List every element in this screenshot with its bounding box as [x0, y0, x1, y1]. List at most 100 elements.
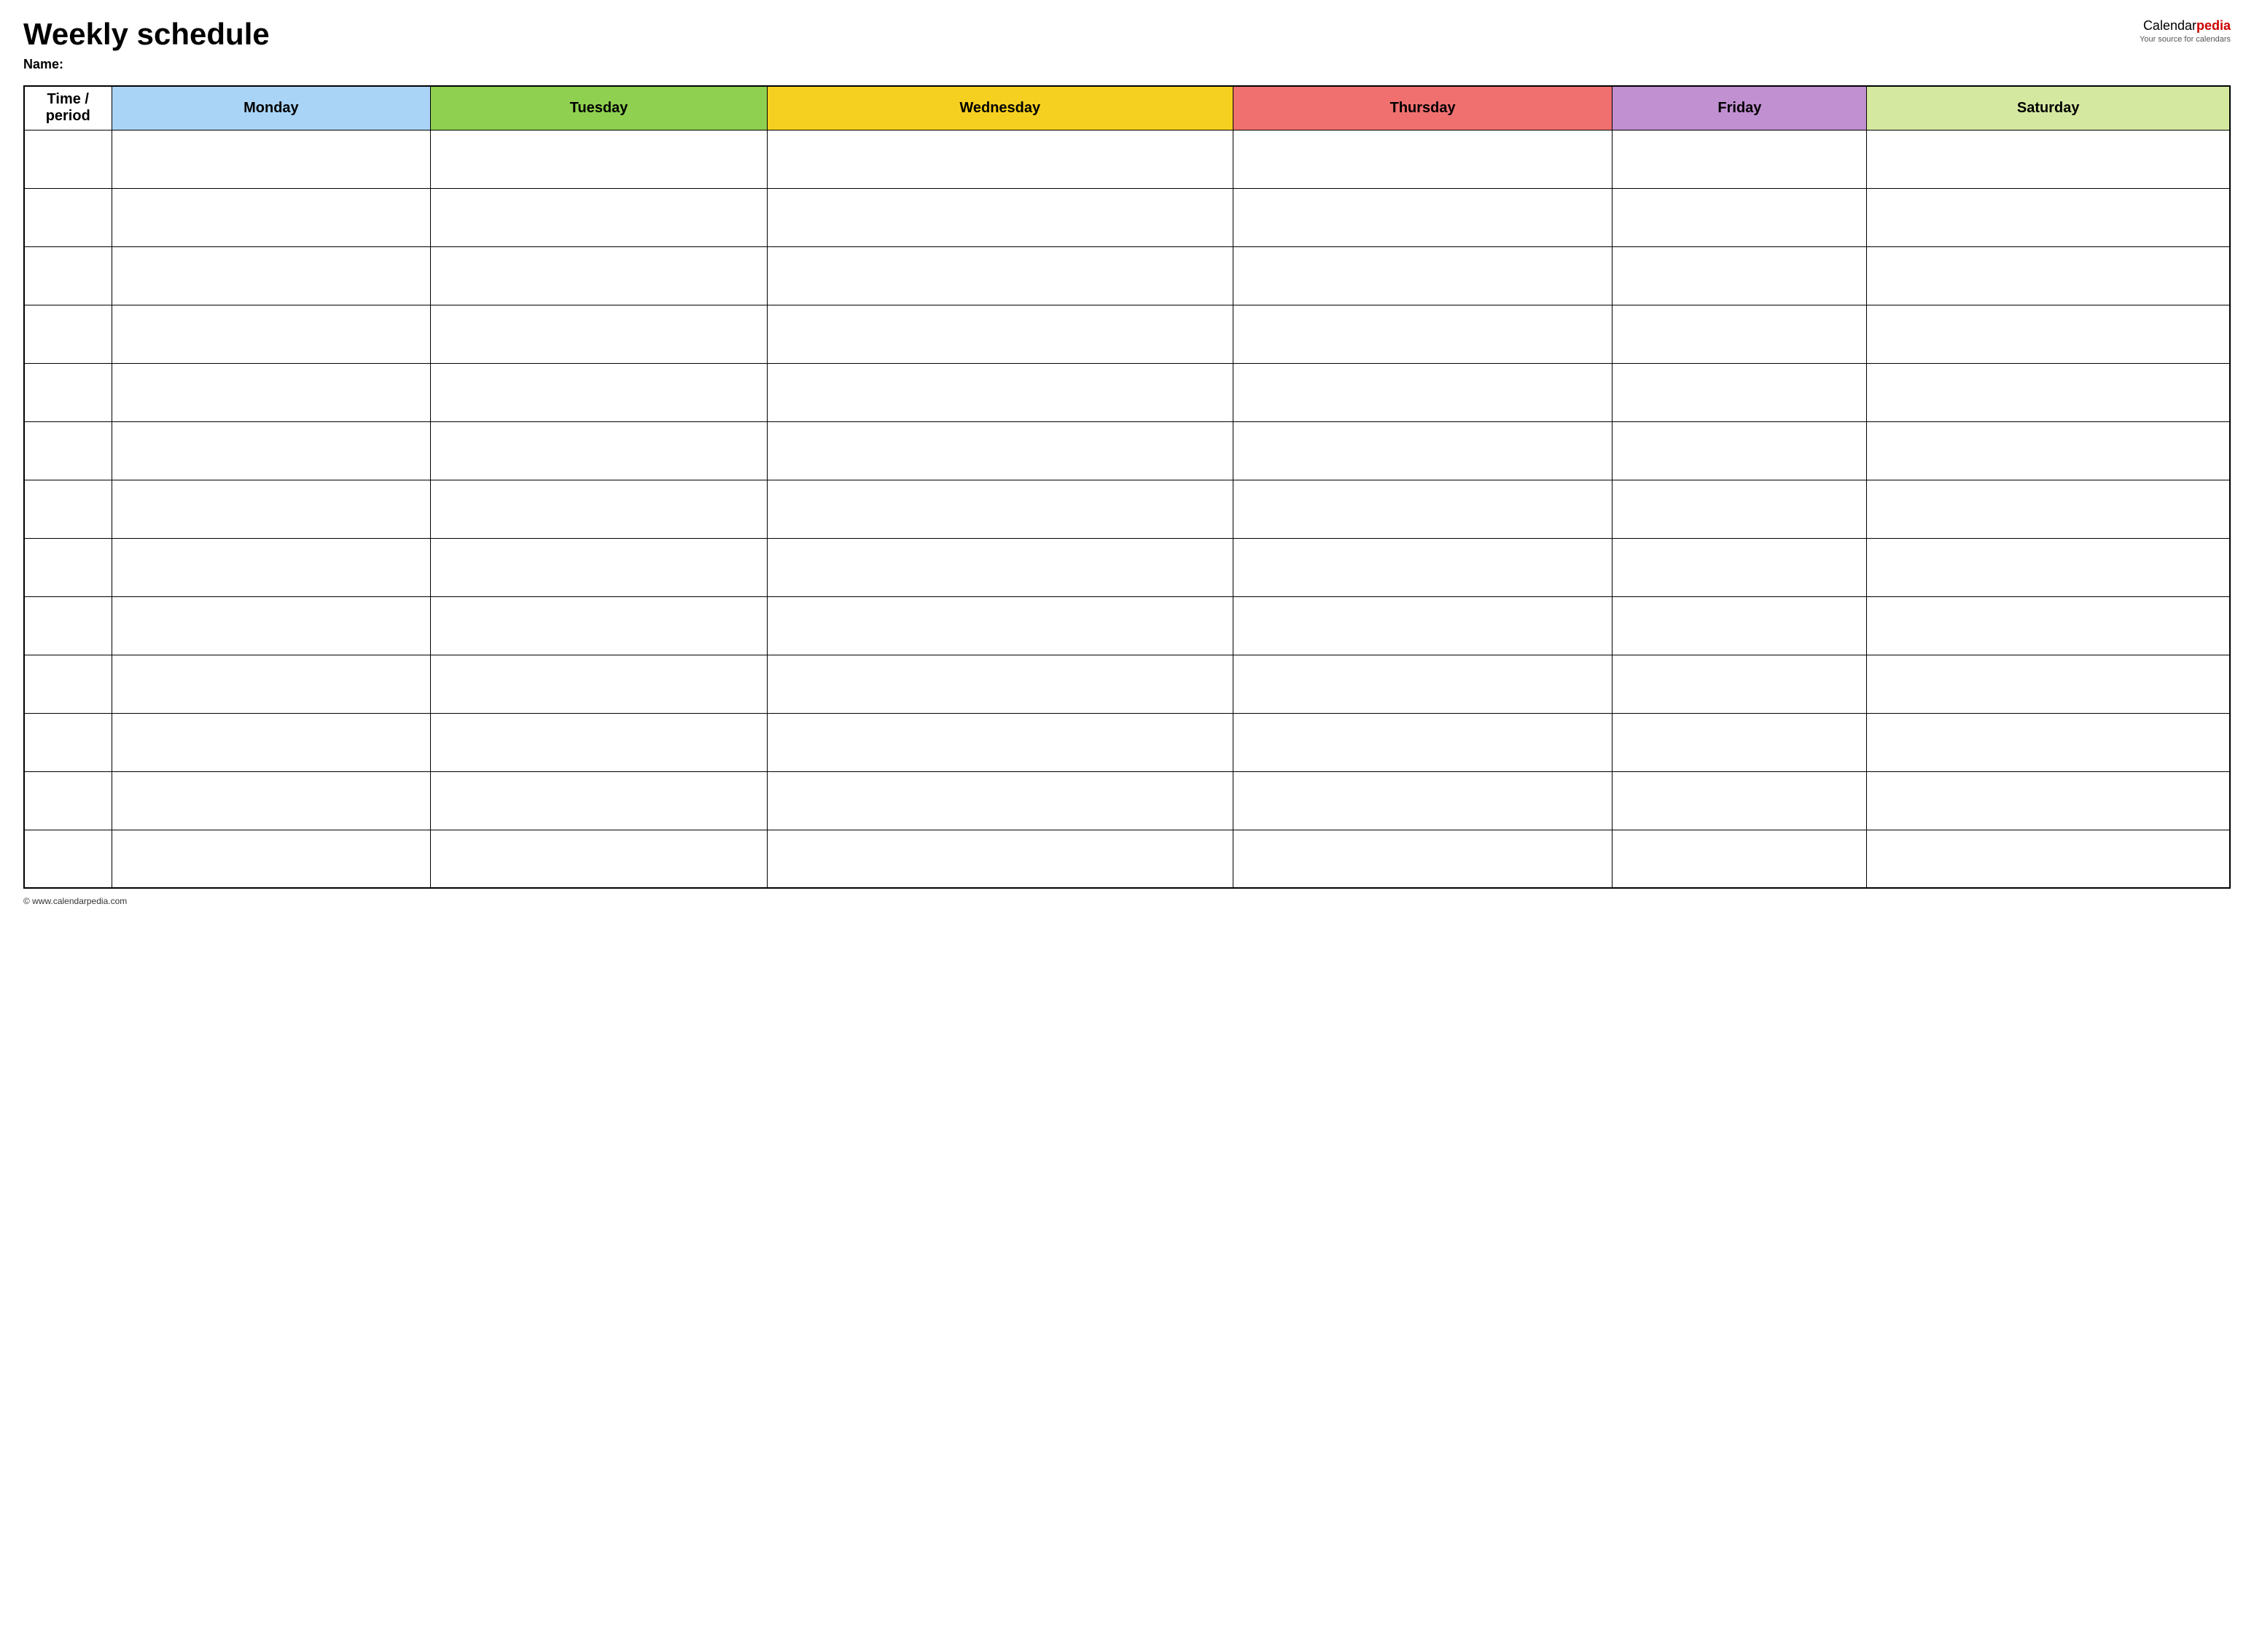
table-cell[interactable] [1867, 305, 2230, 363]
table-cell[interactable] [1612, 421, 1867, 480]
table-cell[interactable] [767, 596, 1233, 655]
table-cell[interactable] [767, 538, 1233, 596]
table-cell[interactable] [24, 130, 112, 188]
table-cell[interactable] [1612, 363, 1867, 421]
table-cell[interactable] [112, 655, 431, 713]
table-cell[interactable] [112, 480, 431, 538]
table-cell[interactable] [24, 771, 112, 830]
table-cell[interactable] [112, 363, 431, 421]
table-cell[interactable] [1867, 130, 2230, 188]
table-cell[interactable] [1233, 130, 1612, 188]
table-cell[interactable] [24, 188, 112, 246]
table-cell[interactable] [1867, 713, 2230, 771]
table-cell[interactable] [112, 538, 431, 596]
table-cell[interactable] [24, 305, 112, 363]
table-cell[interactable] [112, 713, 431, 771]
table-cell[interactable] [112, 305, 431, 363]
footer: © www.calendarpedia.com [23, 896, 2231, 906]
table-cell[interactable] [112, 830, 431, 888]
table-cell[interactable] [1612, 305, 1867, 363]
table-cell[interactable] [1867, 246, 2230, 305]
table-cell[interactable] [767, 188, 1233, 246]
table-cell[interactable] [24, 830, 112, 888]
table-cell[interactable] [1233, 596, 1612, 655]
table-row [24, 830, 2230, 888]
table-cell[interactable] [1612, 771, 1867, 830]
table-cell[interactable] [431, 596, 767, 655]
table-cell[interactable] [1867, 421, 2230, 480]
table-cell[interactable] [431, 363, 767, 421]
table-cell[interactable] [112, 246, 431, 305]
table-cell[interactable] [1233, 480, 1612, 538]
footer-text: © www.calendarpedia.com [23, 896, 127, 906]
table-cell[interactable] [112, 771, 431, 830]
table-row [24, 188, 2230, 246]
table-cell[interactable] [1233, 655, 1612, 713]
table-cell[interactable] [431, 655, 767, 713]
table-cell[interactable] [767, 655, 1233, 713]
table-cell[interactable] [1612, 480, 1867, 538]
table-cell[interactable] [431, 421, 767, 480]
table-cell[interactable] [431, 480, 767, 538]
header-monday: Monday [112, 86, 431, 130]
table-cell[interactable] [1233, 421, 1612, 480]
table-cell[interactable] [767, 363, 1233, 421]
table-cell[interactable] [431, 538, 767, 596]
table-cell[interactable] [1867, 363, 2230, 421]
table-cell[interactable] [431, 246, 767, 305]
table-cell[interactable] [1867, 596, 2230, 655]
table-cell[interactable] [1867, 538, 2230, 596]
table-cell[interactable] [431, 305, 767, 363]
table-cell[interactable] [1233, 305, 1612, 363]
table-cell[interactable] [767, 713, 1233, 771]
table-cell[interactable] [1867, 771, 2230, 830]
table-cell[interactable] [112, 188, 431, 246]
table-cell[interactable] [431, 713, 767, 771]
table-cell[interactable] [112, 596, 431, 655]
table-cell[interactable] [431, 188, 767, 246]
table-cell[interactable] [1233, 246, 1612, 305]
table-cell[interactable] [112, 130, 431, 188]
table-cell[interactable] [1233, 830, 1612, 888]
table-cell[interactable] [1612, 596, 1867, 655]
table-cell[interactable] [431, 771, 767, 830]
table-cell[interactable] [767, 771, 1233, 830]
page-title: Weekly schedule [23, 17, 270, 51]
table-cell[interactable] [1612, 830, 1867, 888]
table-cell[interactable] [1867, 480, 2230, 538]
table-cell[interactable] [24, 480, 112, 538]
table-cell[interactable] [1612, 713, 1867, 771]
table-cell[interactable] [1233, 771, 1612, 830]
table-cell[interactable] [767, 830, 1233, 888]
table-cell[interactable] [1612, 130, 1867, 188]
table-cell[interactable] [1612, 246, 1867, 305]
table-cell[interactable] [1233, 713, 1612, 771]
table-cell[interactable] [1233, 538, 1612, 596]
table-row [24, 363, 2230, 421]
table-cell[interactable] [1612, 655, 1867, 713]
table-cell[interactable] [1867, 830, 2230, 888]
table-cell[interactable] [1612, 188, 1867, 246]
table-cell[interactable] [1612, 538, 1867, 596]
table-cell[interactable] [24, 713, 112, 771]
table-cell[interactable] [24, 655, 112, 713]
table-cell[interactable] [767, 246, 1233, 305]
table-cell[interactable] [767, 421, 1233, 480]
table-cell[interactable] [1867, 655, 2230, 713]
table-cell[interactable] [24, 421, 112, 480]
table-cell[interactable] [24, 363, 112, 421]
table-cell[interactable] [1867, 188, 2230, 246]
table-cell[interactable] [767, 305, 1233, 363]
table-cell[interactable] [767, 480, 1233, 538]
table-cell[interactable] [112, 421, 431, 480]
table-cell[interactable] [1233, 188, 1612, 246]
table-cell[interactable] [431, 830, 767, 888]
table-cell[interactable] [767, 130, 1233, 188]
page-header: Weekly schedule Calendarpedia Your sourc… [23, 17, 2231, 51]
table-cell[interactable] [24, 596, 112, 655]
table-cell[interactable] [431, 130, 767, 188]
table-cell[interactable] [24, 538, 112, 596]
table-cell[interactable] [24, 246, 112, 305]
table-row [24, 246, 2230, 305]
table-cell[interactable] [1233, 363, 1612, 421]
